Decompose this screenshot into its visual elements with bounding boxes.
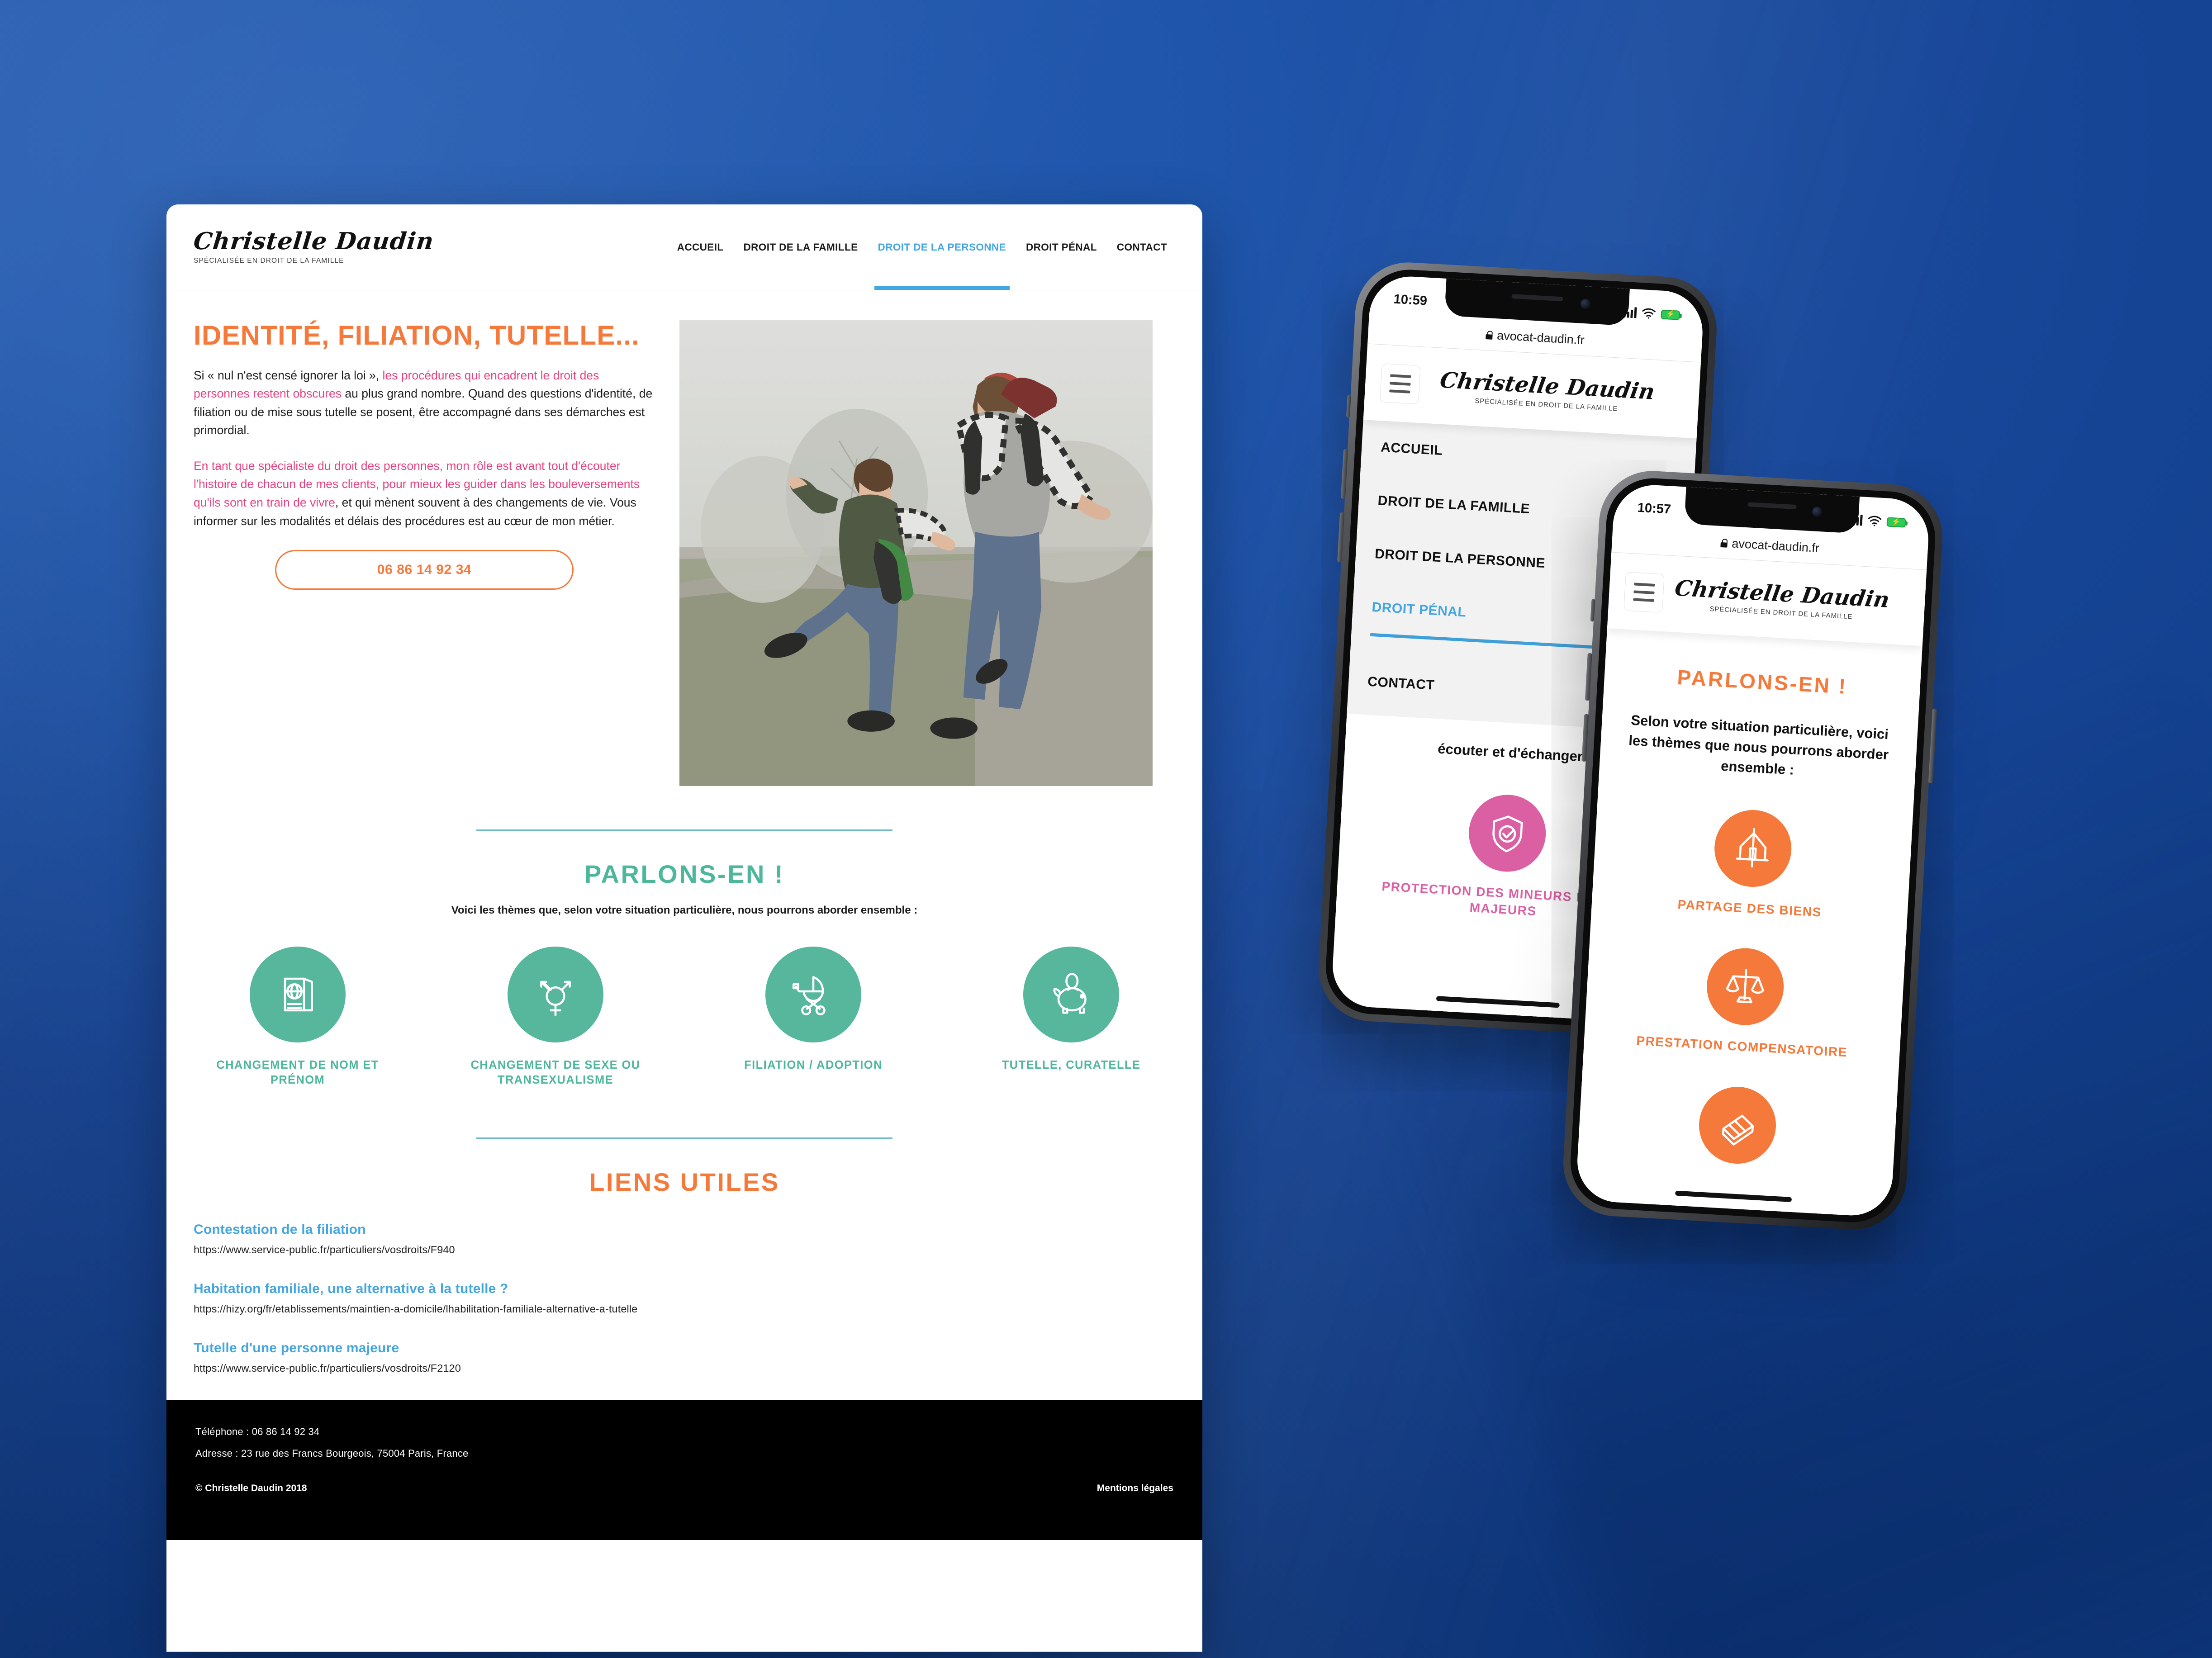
transgender-icon xyxy=(540,981,571,1016)
theme-icon-circle xyxy=(1467,792,1548,874)
link-item: Contestation de la filiation https://www… xyxy=(194,1222,1175,1256)
stroller-icon xyxy=(792,976,826,1016)
footer-legal-link[interactable]: Mentions légales xyxy=(1097,1483,1173,1494)
parlons-en-subtitle: Voici les thèmes que, selon votre situat… xyxy=(451,904,918,916)
intro-text-a: Si « nul n'est censé ignorer la loi », xyxy=(194,368,383,382)
footer-copyright: © Christelle Daudin 2018 xyxy=(195,1483,307,1494)
link-title[interactable]: Habitation familiale, une alternative à … xyxy=(194,1281,1175,1297)
intro-paragraph: Si « nul n'est censé ignorer la loi », l… xyxy=(194,366,655,440)
link-url: https://www.service-public.fr/particulie… xyxy=(194,1362,461,1374)
theme-label: FILIATION / ADOPTION xyxy=(744,1059,883,1071)
mute-switch[interactable] xyxy=(1590,599,1595,622)
nav-item-accueil[interactable]: ACCUEIL xyxy=(677,204,724,290)
theme-label: TUTELLE, CURATELLE xyxy=(1002,1059,1141,1071)
themes-row: CHANGEMENT DE NOM ET PRÉNOM CHANGEMENT D… xyxy=(166,917,1202,1088)
theme-label: CHANGEMENT DE NOM ET PRÉNOM xyxy=(216,1059,379,1087)
nav-item-droit-penal[interactable]: DROIT PÉNAL xyxy=(1026,204,1097,290)
scales-icon xyxy=(1726,969,1764,1004)
theme-card[interactable]: FILIATION / ADOPTION xyxy=(718,947,908,1088)
earpiece-speaker xyxy=(1511,294,1563,302)
status-indicators: ⚡ xyxy=(1623,307,1680,321)
money-stack-icon xyxy=(1722,1114,1754,1146)
nav-item-droit-de-la-personne[interactable]: DROIT DE LA PERSONNE xyxy=(874,204,1010,290)
link-url: https://www.service-public.fr/particulie… xyxy=(194,1244,455,1256)
link-title[interactable]: Contestation de la filiation xyxy=(194,1222,1175,1237)
theme-icon-circle xyxy=(508,947,603,1042)
divider-bottom xyxy=(476,1137,892,1140)
role-paragraph: En tant que spécialiste du droit des per… xyxy=(194,457,655,530)
link-title[interactable]: Tutelle d'une personne majeure xyxy=(194,1341,1175,1356)
mobile-brand-logo[interactable]: Christelle Daudin SPÉCIALISÉE EN DROIT D… xyxy=(1410,368,1684,417)
phone-body: 10:57 ⚡ avocat-daudin.fr Christelle Daud… xyxy=(1568,475,1938,1225)
site-footer: Téléphone : 06 86 14 92 34 Adresse : 23 … xyxy=(166,1400,1202,1540)
url-text: avocat-daudin.fr xyxy=(1731,536,1820,555)
piggy-bank-icon xyxy=(1053,973,1087,1014)
battery-icon: ⚡ xyxy=(1661,309,1680,320)
brand-name: Christelle Daudin xyxy=(192,227,436,255)
hero-photo xyxy=(679,320,1153,786)
mobile-page-body: PARLONS-EN ! Selon votre situation parti… xyxy=(1575,628,1922,1218)
earpiece-speaker xyxy=(1747,502,1797,510)
mobile-theme-card[interactable]: PRESTATION COMPENSATOIRE xyxy=(1604,941,1885,1063)
phone-screen: 10:57 ⚡ avocat-daudin.fr Christelle Daud… xyxy=(1575,483,1931,1218)
shield-check-icon xyxy=(1492,815,1523,853)
link-item: Habitation familiale, une alternative à … xyxy=(194,1281,1175,1315)
useful-links-list: Contestation de la filiation https://www… xyxy=(166,1197,1202,1374)
brand-logo[interactable]: Christelle Daudin SPÉCIALISÉE EN DROIT D… xyxy=(192,227,436,265)
theme-label xyxy=(1597,1169,1872,1184)
link-item: Tutelle d'une personne majeure https://w… xyxy=(194,1341,1175,1374)
divider-top xyxy=(476,829,892,831)
passport-icon xyxy=(284,977,313,1012)
page-title: IDENTITÉ, FILIATION, TUTELLE... xyxy=(194,320,640,351)
phone-mockup-front: 10:57 ⚡ avocat-daudin.fr Christelle Daud… xyxy=(1560,468,1946,1232)
mobile-theme-card[interactable]: PARTAGE DES BIENS xyxy=(1611,802,1893,924)
theme-icon-circle xyxy=(250,947,346,1042)
battery-charging-icon: ⚡ xyxy=(1886,516,1906,528)
theme-icon-circle xyxy=(1712,808,1794,889)
hero-text-column: IDENTITÉ, FILIATION, TUTELLE... Si « nul… xyxy=(194,320,655,786)
front-camera xyxy=(1580,298,1591,309)
site-header: Christelle Daudin SPÉCIALISÉE EN DROIT D… xyxy=(166,204,1202,290)
mobile-brand-logo[interactable]: Christelle Daudin SPÉCIALISÉE EN DROIT D… xyxy=(1653,576,1910,624)
desktop-website-mockup: Christelle Daudin SPÉCIALISÉE EN DROIT D… xyxy=(166,204,1202,1652)
father-and-son-illustration xyxy=(679,320,1153,786)
mute-switch[interactable] xyxy=(1346,395,1351,418)
footer-bottom-row: © Christelle Daudin 2018 Mentions légale… xyxy=(195,1483,1173,1494)
mobile-page-title: PARLONS-EN ! xyxy=(1676,665,1848,699)
footer-phone: Téléphone : 06 86 14 92 34 xyxy=(195,1426,320,1438)
status-time: 10:59 xyxy=(1393,292,1428,308)
wifi-icon xyxy=(1642,308,1656,319)
link-url: https://hizy.org/fr/etablissements/maint… xyxy=(194,1303,638,1315)
parlons-en-title: PARLONS-EN ! xyxy=(584,860,785,888)
theme-card[interactable]: CHANGEMENT DE SEXE OU TRANSEXUALISME xyxy=(460,947,650,1088)
theme-label: CHANGEMENT DE SEXE OU TRANSEXUALISME xyxy=(470,1059,641,1087)
theme-label: PRESTATION COMPENSATOIRE xyxy=(1636,1033,1848,1060)
house-split-icon xyxy=(1736,828,1769,867)
nav-item-contact[interactable]: CONTACT xyxy=(1117,204,1167,290)
front-camera xyxy=(1812,507,1823,517)
mobile-theme-card[interactable] xyxy=(1598,1079,1878,1171)
url-text: avocat-daudin.fr xyxy=(1496,328,1585,347)
hero-section: IDENTITÉ, FILIATION, TUTELLE... Si « nul… xyxy=(166,290,1202,786)
lock-icon xyxy=(1720,539,1728,548)
status-time: 10:57 xyxy=(1637,500,1671,517)
theme-icon-circle xyxy=(765,947,861,1042)
theme-label: PARTAGE DES BIENS xyxy=(1677,897,1822,919)
theme-card[interactable]: TUTELLE, CURATELLE xyxy=(976,947,1166,1088)
theme-icon-circle xyxy=(1697,1085,1778,1166)
wifi-icon xyxy=(1868,516,1882,526)
footer-address: Adresse : 23 rue des Francs Bourgeois, 7… xyxy=(195,1448,469,1459)
main-navigation: ACCUEIL DROIT DE LA FAMILLE DROIT DE LA … xyxy=(677,204,1173,290)
liens-utiles-title: LIENS UTILES xyxy=(589,1168,780,1197)
nav-item-droit-de-la-famille[interactable]: DROIT DE LA FAMILLE xyxy=(744,204,858,290)
theme-icon-circle xyxy=(1704,946,1786,1028)
theme-icon-circle xyxy=(1023,947,1119,1042)
brand-tagline: SPÉCIALISÉE EN DROIT DE LA FAMILLE xyxy=(194,256,344,265)
lock-icon xyxy=(1486,331,1493,340)
phone-cta-button[interactable]: 06 86 14 92 34 xyxy=(275,550,574,590)
theme-card[interactable]: CHANGEMENT DE NOM ET PRÉNOM xyxy=(203,947,393,1088)
